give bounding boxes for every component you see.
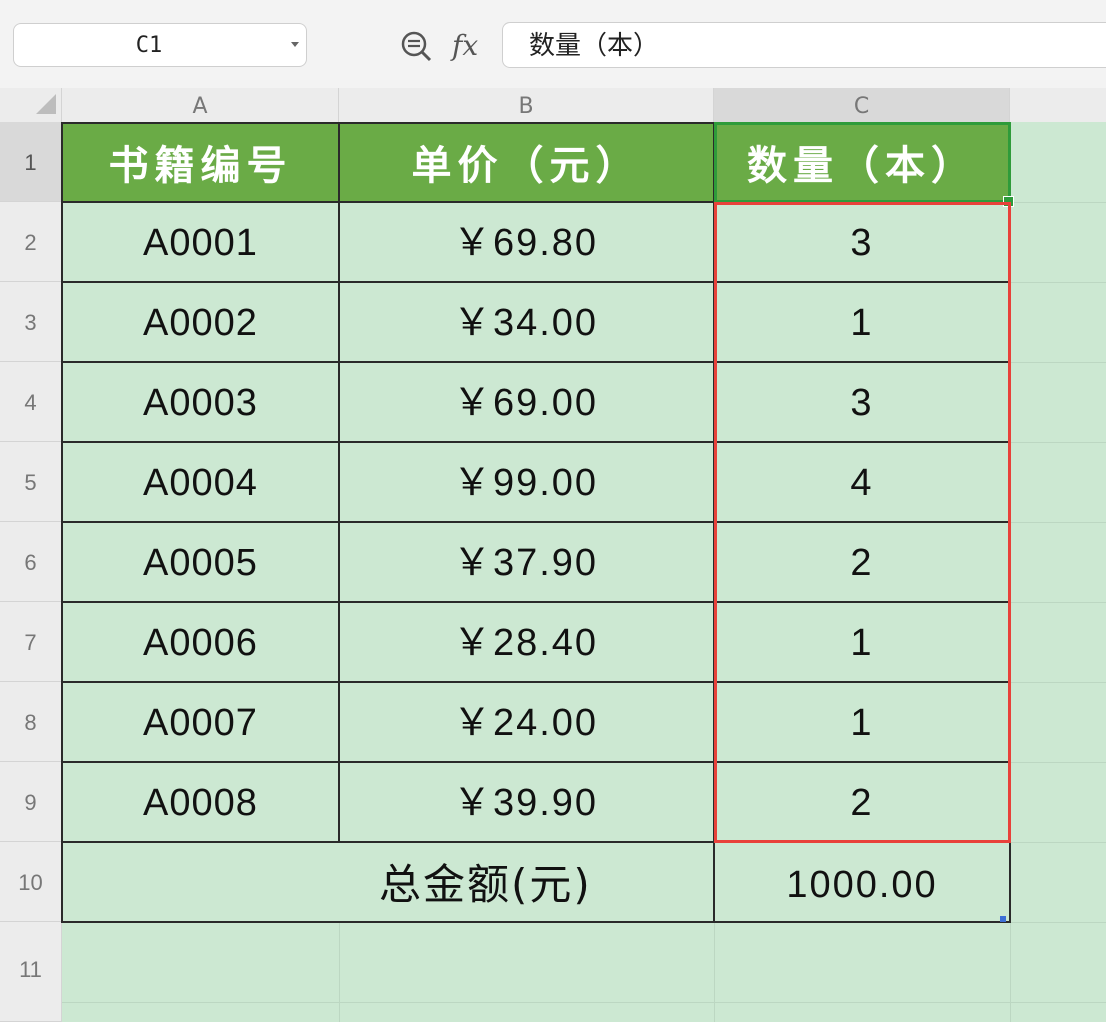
- row-header-4[interactable]: 4: [0, 362, 62, 442]
- chevron-down-icon[interactable]: [291, 42, 299, 47]
- formula-bar: C1 fx 数量（本）: [0, 0, 1106, 88]
- column-header-a[interactable]: A: [62, 88, 339, 122]
- cell-book-id[interactable]: A0002: [61, 281, 340, 363]
- gridline: [714, 922, 715, 1022]
- cell-unit-price[interactable]: ￥28.40: [338, 601, 715, 683]
- cell-unit-price[interactable]: ￥99.00: [338, 441, 715, 523]
- cell-unit-price[interactable]: ￥24.00: [338, 681, 715, 763]
- column-header-b[interactable]: B: [339, 88, 714, 122]
- column-header-d[interactable]: [1010, 88, 1106, 122]
- gridline: [1010, 922, 1106, 923]
- cell-quantity[interactable]: 3: [713, 201, 1011, 283]
- total-label-cell[interactable]: 总金额(元): [61, 841, 715, 923]
- row-header-9[interactable]: 9: [0, 762, 62, 842]
- total-value-cell[interactable]: 1000.00: [713, 841, 1011, 923]
- fx-icon[interactable]: fx: [452, 26, 478, 66]
- gridline: [1010, 762, 1106, 763]
- gridline: [339, 922, 340, 1022]
- resize-handle[interactable]: [1000, 916, 1006, 922]
- zoom-out-icon[interactable]: [399, 29, 435, 65]
- cell-book-id[interactable]: A0001: [61, 201, 340, 283]
- cell-quantity[interactable]: 1: [713, 601, 1011, 683]
- select-all-icon: [36, 94, 56, 114]
- row-header-7[interactable]: 7: [0, 602, 62, 682]
- cell-book-id[interactable]: A0005: [61, 521, 340, 603]
- gridline: [1010, 602, 1106, 603]
- column-header-c[interactable]: C: [714, 88, 1010, 122]
- gridline: [62, 1002, 1106, 1003]
- name-box-value: C1: [135, 33, 163, 58]
- row-header-8[interactable]: 8: [0, 682, 62, 762]
- cell-quantity[interactable]: 2: [713, 521, 1011, 603]
- cell-book-id[interactable]: A0004: [61, 441, 340, 523]
- cell-quantity[interactable]: 4: [713, 441, 1011, 523]
- row-header-1[interactable]: 1: [0, 122, 62, 202]
- formula-input[interactable]: 数量（本）: [502, 22, 1106, 68]
- header-cell-book-id[interactable]: 书籍编号: [61, 122, 340, 203]
- cell-quantity[interactable]: 1: [713, 681, 1011, 763]
- gridline: [1010, 362, 1106, 363]
- gridline: [1010, 682, 1106, 683]
- cell-book-id[interactable]: A0007: [61, 681, 340, 763]
- cell-unit-price[interactable]: ￥34.00: [338, 281, 715, 363]
- cell-unit-price[interactable]: ￥39.90: [338, 761, 715, 843]
- cell-unit-price[interactable]: ￥37.90: [338, 521, 715, 603]
- gridline: [1010, 282, 1106, 283]
- row-header-2[interactable]: 2: [0, 202, 62, 282]
- gridline: [1010, 442, 1106, 443]
- cell-book-id[interactable]: A0008: [61, 761, 340, 843]
- cell-unit-price[interactable]: ￥69.80: [338, 201, 715, 283]
- row-header-6[interactable]: 6: [0, 522, 62, 602]
- cell-quantity[interactable]: 2: [713, 761, 1011, 843]
- gridline: [1010, 842, 1106, 843]
- gridline: [1010, 202, 1106, 203]
- header-cell-quantity[interactable]: 数量（本）: [713, 122, 1011, 203]
- fill-handle[interactable]: [1003, 196, 1014, 207]
- row-header-5[interactable]: 5: [0, 442, 62, 522]
- formula-text: 数量（本）: [529, 31, 660, 61]
- row-header-11[interactable]: 11: [0, 922, 62, 1022]
- cell-book-id[interactable]: A0006: [61, 601, 340, 683]
- gridline: [1010, 522, 1106, 523]
- row-header-3[interactable]: 3: [0, 282, 62, 362]
- header-cell-unit-price[interactable]: 单价（元）: [338, 122, 715, 203]
- cell-book-id[interactable]: A0003: [61, 361, 340, 443]
- name-box[interactable]: C1: [13, 23, 307, 67]
- cell-quantity[interactable]: 1: [713, 281, 1011, 363]
- row-header-10[interactable]: 10: [0, 842, 62, 922]
- cell-unit-price[interactable]: ￥69.00: [338, 361, 715, 443]
- cell-quantity[interactable]: 3: [713, 361, 1011, 443]
